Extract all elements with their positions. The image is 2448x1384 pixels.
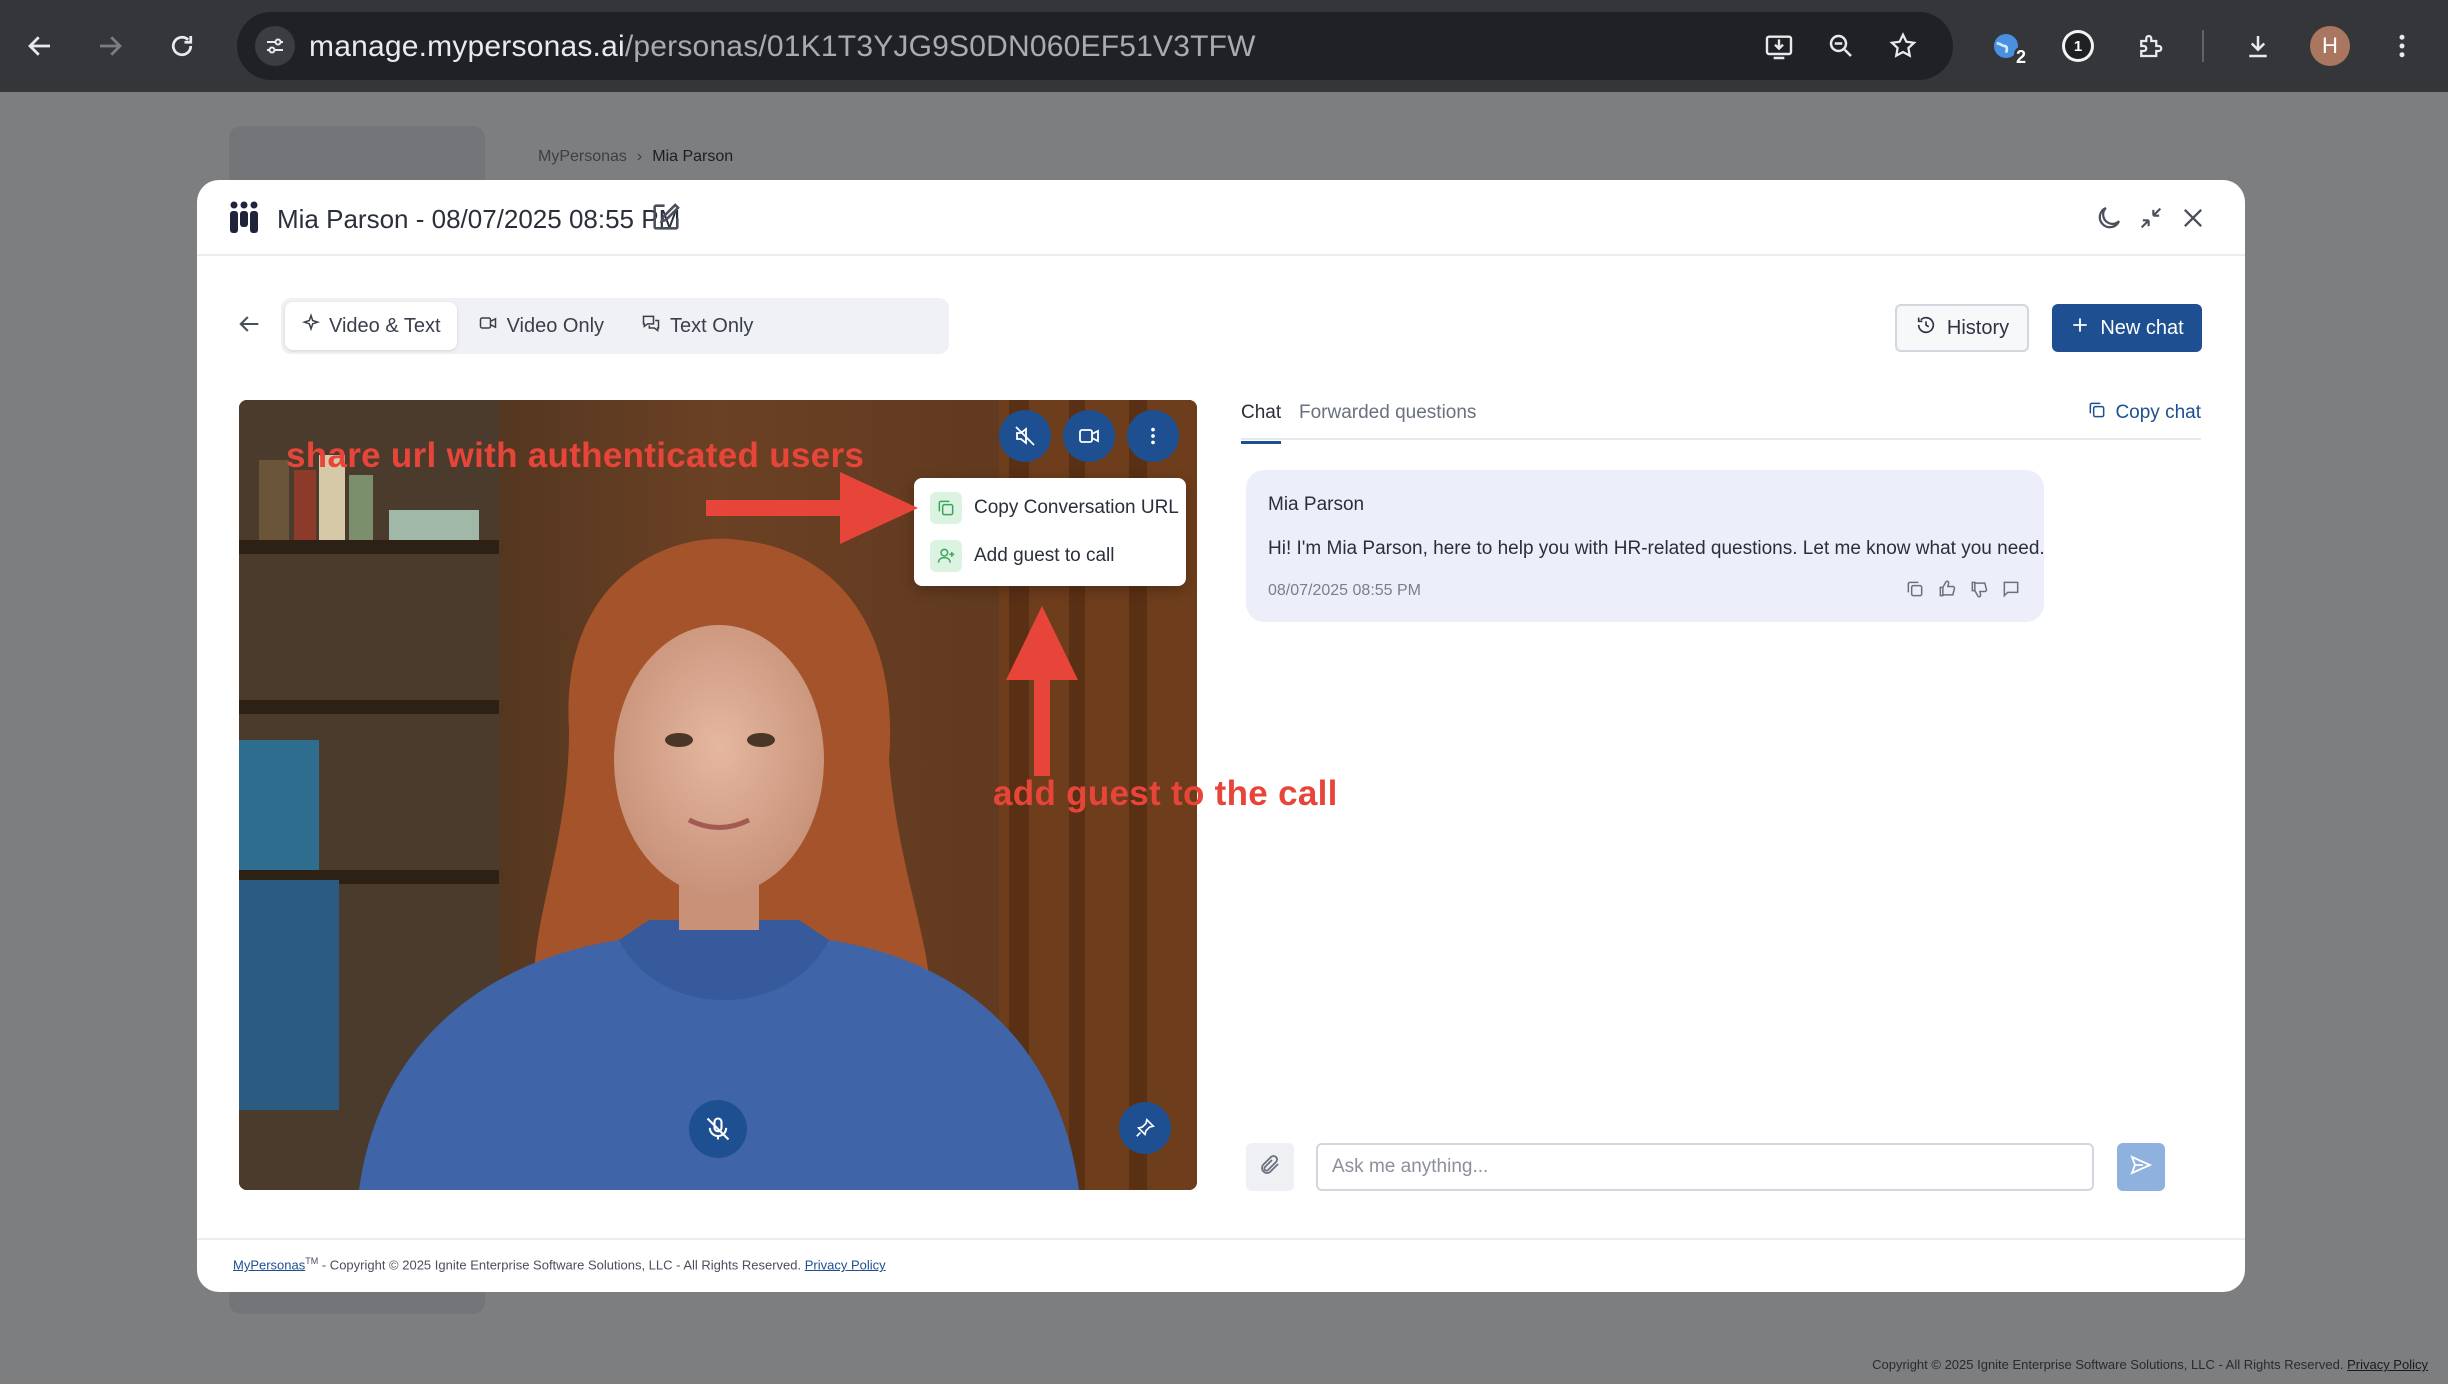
annotation-arrows [706, 472, 1078, 776]
annotation-arrow-up-icon [1006, 606, 1078, 776]
annotation-arrow-right-icon [706, 472, 918, 544]
